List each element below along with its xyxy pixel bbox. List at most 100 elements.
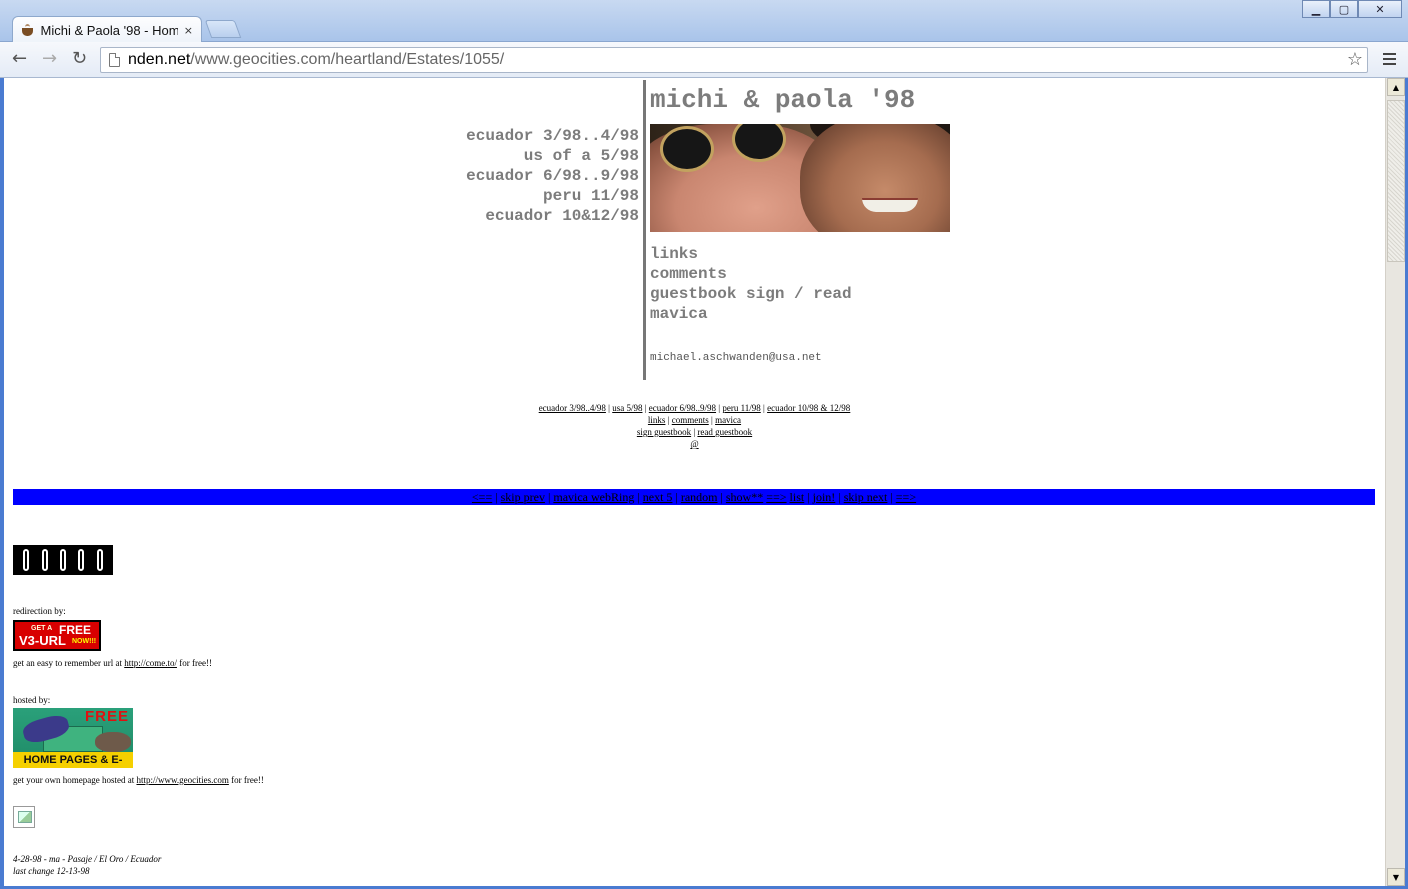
page-viewport: ecuador 3/98..4/98 us of a 5/98 ecuador … [4, 78, 1405, 886]
geo-free-text: FREE [84, 708, 129, 725]
footer: 4-28-98 - ma - Pasaje / El Oro / Ecuador… [13, 853, 161, 877]
textnav-link[interactable]: sign guestbook [637, 427, 691, 437]
email-link[interactable]: michael.aschwanden@usa.net [650, 352, 990, 364]
maximize-button[interactable]: ▢ [1330, 0, 1358, 18]
webring-link[interactable]: mavica webRing [553, 490, 634, 504]
webring-link[interactable]: random [681, 490, 718, 504]
webring-link[interactable]: next 5 [643, 490, 673, 504]
text-nav-row2: links | comments | mavica [647, 415, 742, 425]
textnav-link[interactable]: links [648, 415, 666, 425]
counter-digit [23, 549, 30, 571]
webring-link[interactable]: ==> [766, 490, 786, 504]
textnav-link[interactable]: ecuador 10/98 & 12/98 [767, 403, 850, 413]
bookmark-star-icon[interactable]: ☆ [1347, 49, 1363, 70]
dog-graphic [95, 732, 131, 752]
window-controls: ▁ ▢ ✕ [1302, 0, 1402, 18]
vertical-divider [643, 80, 646, 380]
v3-free-text: FREE [59, 623, 92, 637]
reload-button[interactable]: ↻ [72, 50, 87, 68]
textnav-link[interactable]: ecuador 3/98..4/98 [539, 403, 606, 413]
forward-button[interactable]: → [42, 50, 57, 68]
come-to-post: for free!! [176, 658, 212, 668]
geocities-link[interactable]: http://www.geocities.com [136, 775, 228, 785]
tab-title: Michi & Paola '98 - Home [40, 22, 178, 38]
footer-line2: last change 12-13-98 [13, 866, 90, 876]
geo-post: for free!! [228, 775, 264, 785]
footer-line1: 4-28-98 - ma - Pasaje / El Oro / Ecuador [13, 854, 162, 864]
menu-icon[interactable] [1383, 53, 1396, 68]
textnav-email-link[interactable]: @ [690, 439, 698, 449]
left-nav-link[interactable]: ecuador 3/98..4/98 [466, 126, 639, 146]
counter-digit [78, 549, 85, 571]
counter-digit [41, 549, 48, 571]
sunglasses-left-lens [660, 126, 714, 172]
smile [862, 198, 918, 212]
broken-image-icon[interactable] [13, 806, 35, 828]
right-column: michi & paola '98 links comments guestbo… [650, 86, 990, 364]
textnav-link[interactable]: usa 5/98 [612, 403, 642, 413]
hit-counter [13, 545, 113, 575]
counter-digit [96, 549, 103, 571]
webring-bar: <== | skip prev | mavica webRing | next … [13, 489, 1375, 505]
vertical-scrollbar[interactable]: ▲ ▼ [1385, 78, 1405, 886]
new-tab-button[interactable] [204, 20, 242, 38]
webring-link[interactable]: skip next [844, 490, 888, 504]
coffee-cup-favicon-icon [21, 23, 35, 37]
link-comments[interactable]: comments [650, 264, 990, 284]
tab-close-icon[interactable]: × [184, 24, 193, 37]
hosted-label: hosted by: [13, 695, 51, 705]
active-tab[interactable]: Michi & Paola '98 - Home × [12, 16, 202, 43]
page-content: ecuador 3/98..4/98 us of a 5/98 ecuador … [4, 78, 1385, 886]
geo-caption: HOME PAGES & E-MAIL [13, 752, 133, 768]
url-path: /www.geocities.com/heartland/Estates/105… [190, 51, 505, 68]
scroll-down-arrow-icon[interactable]: ▼ [1387, 868, 1405, 886]
textnav-link[interactable]: comments [672, 415, 709, 425]
webring-link[interactable]: list [790, 490, 805, 504]
come-to-line: get an easy to remember url at http://co… [13, 658, 212, 668]
redirection-label: redirection by: [13, 606, 66, 616]
counter-digit [59, 549, 66, 571]
textnav-link[interactable]: ecuador 6/98..9/98 [649, 403, 716, 413]
webring-link[interactable]: skip prev [501, 490, 545, 504]
text-nav-row3: sign guestbook | read guestbook [636, 427, 753, 437]
textnav-link[interactable]: peru 11/98 [722, 403, 760, 413]
come-to-pre: get an easy to remember url at [13, 658, 125, 668]
left-nav-link[interactable]: us of a 5/98 [466, 146, 639, 166]
url-host: nden.net [128, 51, 191, 68]
left-nav: ecuador 3/98..4/98 us of a 5/98 ecuador … [466, 126, 639, 226]
come-to-link[interactable]: http://come.to/ [124, 658, 177, 668]
browser-toolbar: ← → ↻ nden.net/www.geocities.com/heartla… [0, 42, 1408, 78]
link-links[interactable]: links [650, 244, 990, 264]
window-titlebar: Michi & Paola '98 - Home × ▁ ▢ ✕ [0, 0, 1408, 43]
page-icon [109, 53, 120, 67]
minimize-button[interactable]: ▁ [1302, 0, 1330, 18]
text-nav-row4: @ [4, 438, 1385, 450]
scroll-up-arrow-icon[interactable]: ▲ [1387, 78, 1405, 96]
geo-pre: get your own homepage hosted at [13, 775, 137, 785]
geocities-line: get your own homepage hosted at http://w… [13, 775, 264, 785]
webring-link[interactable]: <== [472, 490, 492, 504]
v3-now-text: NOW!!! [72, 638, 97, 645]
text-nav-row1: ecuador 3/98..4/98 | usa 5/98 | ecuador … [538, 403, 851, 413]
textnav-link[interactable]: mavica [715, 415, 741, 425]
left-nav-link[interactable]: peru 11/98 [466, 186, 639, 206]
address-bar[interactable]: nden.net/www.geocities.com/heartland/Est… [100, 47, 1368, 73]
left-nav-link[interactable]: ecuador 6/98..9/98 [466, 166, 639, 186]
right-links: links comments guestbook sign / read mav… [650, 244, 990, 324]
scrollbar-thumb[interactable] [1387, 100, 1405, 262]
link-guestbook[interactable]: guestbook sign / read [650, 284, 990, 304]
back-button[interactable]: ← [12, 50, 27, 68]
page-title: michi & paola '98 [650, 85, 916, 115]
webring-link[interactable]: show** [726, 490, 763, 504]
link-mavica[interactable]: mavica [650, 304, 990, 324]
couple-photo [650, 124, 950, 232]
close-window-button[interactable]: ✕ [1358, 0, 1402, 18]
face-right [800, 124, 950, 232]
webring-link[interactable]: join! [813, 490, 836, 504]
v3-get-text: GET A [31, 625, 53, 632]
geocities-banner[interactable]: FREE HOME PAGES & E-MAIL [13, 708, 133, 768]
webring-link[interactable]: ==> [896, 490, 916, 504]
v3-url-banner[interactable]: GET A V3-URL FREE NOW!!! [13, 620, 101, 651]
left-nav-link[interactable]: ecuador 10&12/98 [466, 206, 639, 226]
textnav-link[interactable]: read guestbook [697, 427, 752, 437]
